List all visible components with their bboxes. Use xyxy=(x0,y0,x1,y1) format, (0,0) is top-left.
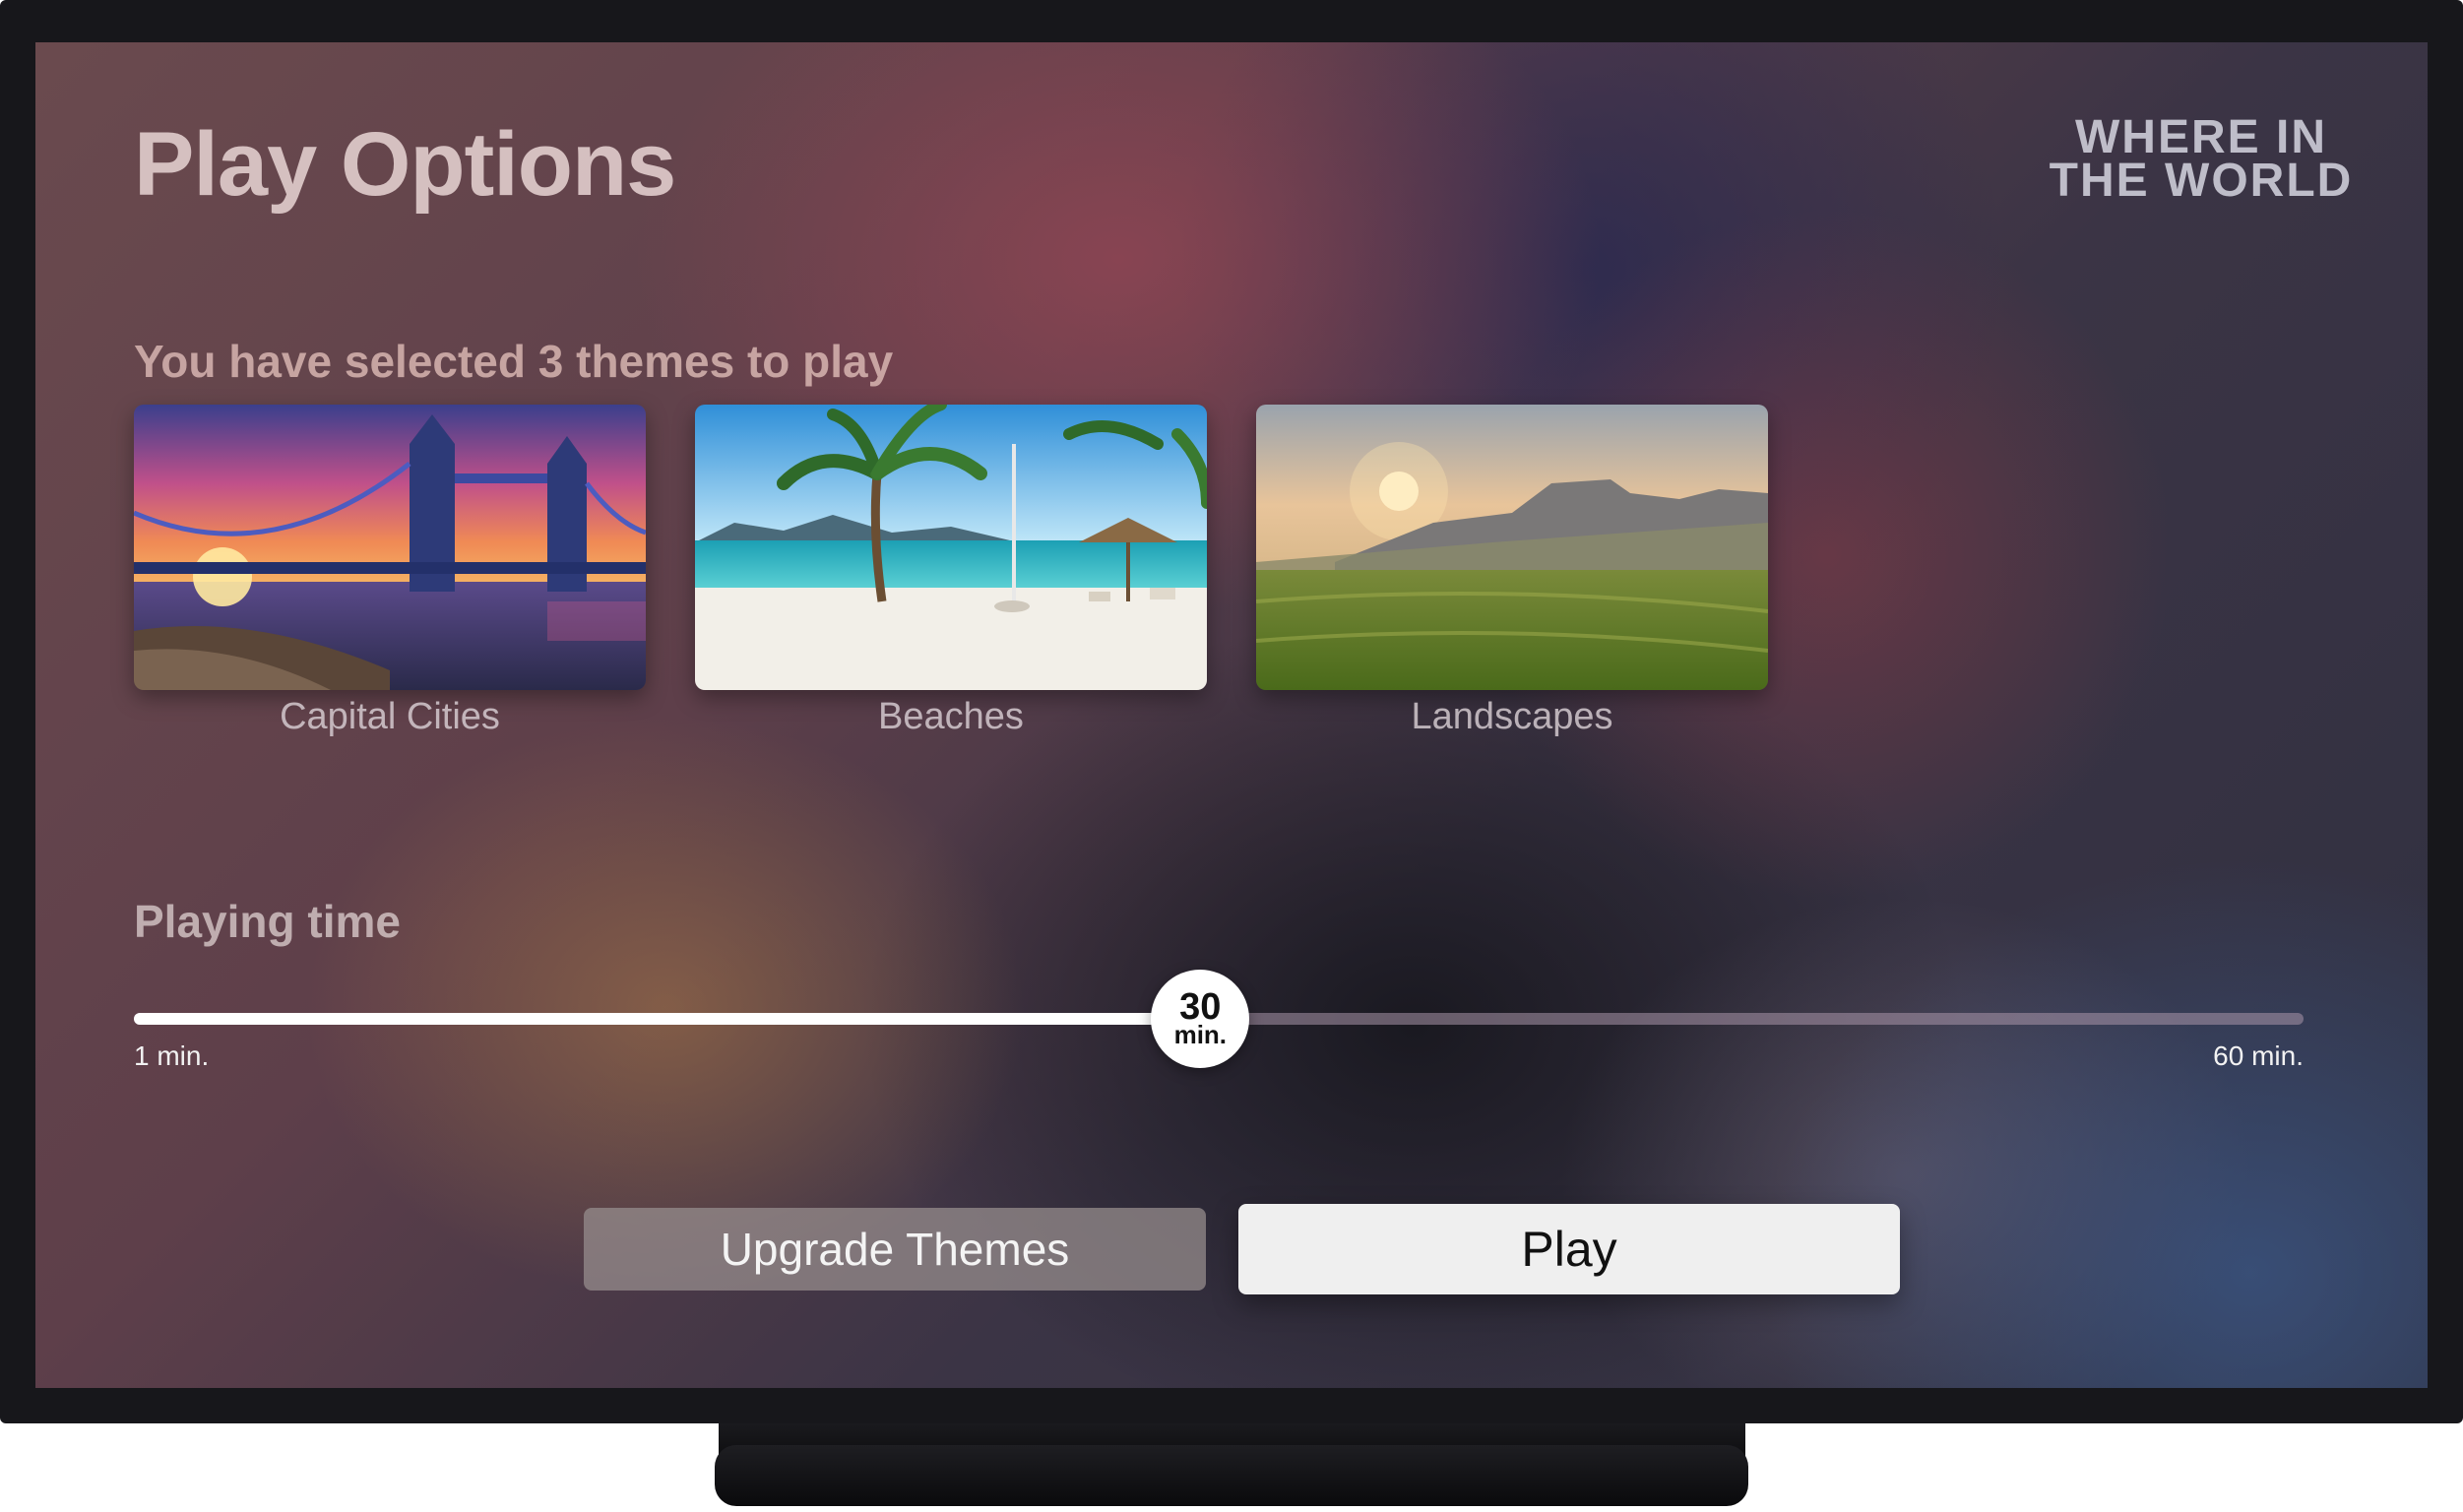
theme-image-beaches xyxy=(695,405,1207,690)
tv-screen: Play Options WHERE IN THE WORLD You have… xyxy=(35,42,2428,1388)
theme-image-capital-cities xyxy=(134,405,646,690)
theme-label: Beaches xyxy=(878,696,1024,737)
playing-time-slider[interactable]: 30 min. 1 min. 60 min. xyxy=(134,970,2304,1076)
theme-label: Landscapes xyxy=(1411,696,1613,737)
upgrade-themes-button[interactable]: Upgrade Themes xyxy=(584,1208,1206,1291)
logo-text: THE W xyxy=(2049,155,2212,208)
playing-time-label: Playing time xyxy=(134,896,401,947)
slider-value: 30 xyxy=(1179,986,1222,1029)
page-title: Play Options xyxy=(134,114,676,215)
logo-text: RLD xyxy=(2249,155,2354,208)
selected-themes-summary: You have selected 3 themes to play xyxy=(134,336,894,387)
theme-card-capital-cities[interactable]: Capital Cities xyxy=(134,405,646,738)
slider-max-label: 60 min. xyxy=(2213,1040,2304,1071)
app-logo: WHERE IN THE WORLD xyxy=(2034,111,2368,208)
theme-label: Capital Cities xyxy=(280,696,500,737)
globe-icon: O xyxy=(2211,155,2250,208)
logo-line-2: THE WORLD xyxy=(2034,155,2368,208)
slider-thumb[interactable]: 30 min. xyxy=(1151,970,1250,1068)
slider-unit: min. xyxy=(1173,1020,1228,1050)
theme-card-beaches[interactable]: Beaches xyxy=(695,405,1207,738)
play-button[interactable]: Play xyxy=(1238,1204,1900,1294)
slider-fill xyxy=(134,1013,1201,1025)
theme-image-landscapes xyxy=(1256,405,1768,690)
slider-min-label: 1 min. xyxy=(134,1040,210,1071)
tv-stand-base xyxy=(715,1445,1748,1506)
logo-line-1: WHERE IN xyxy=(2075,111,2327,163)
theme-card-landscapes[interactable]: Landscapes xyxy=(1256,405,1768,738)
